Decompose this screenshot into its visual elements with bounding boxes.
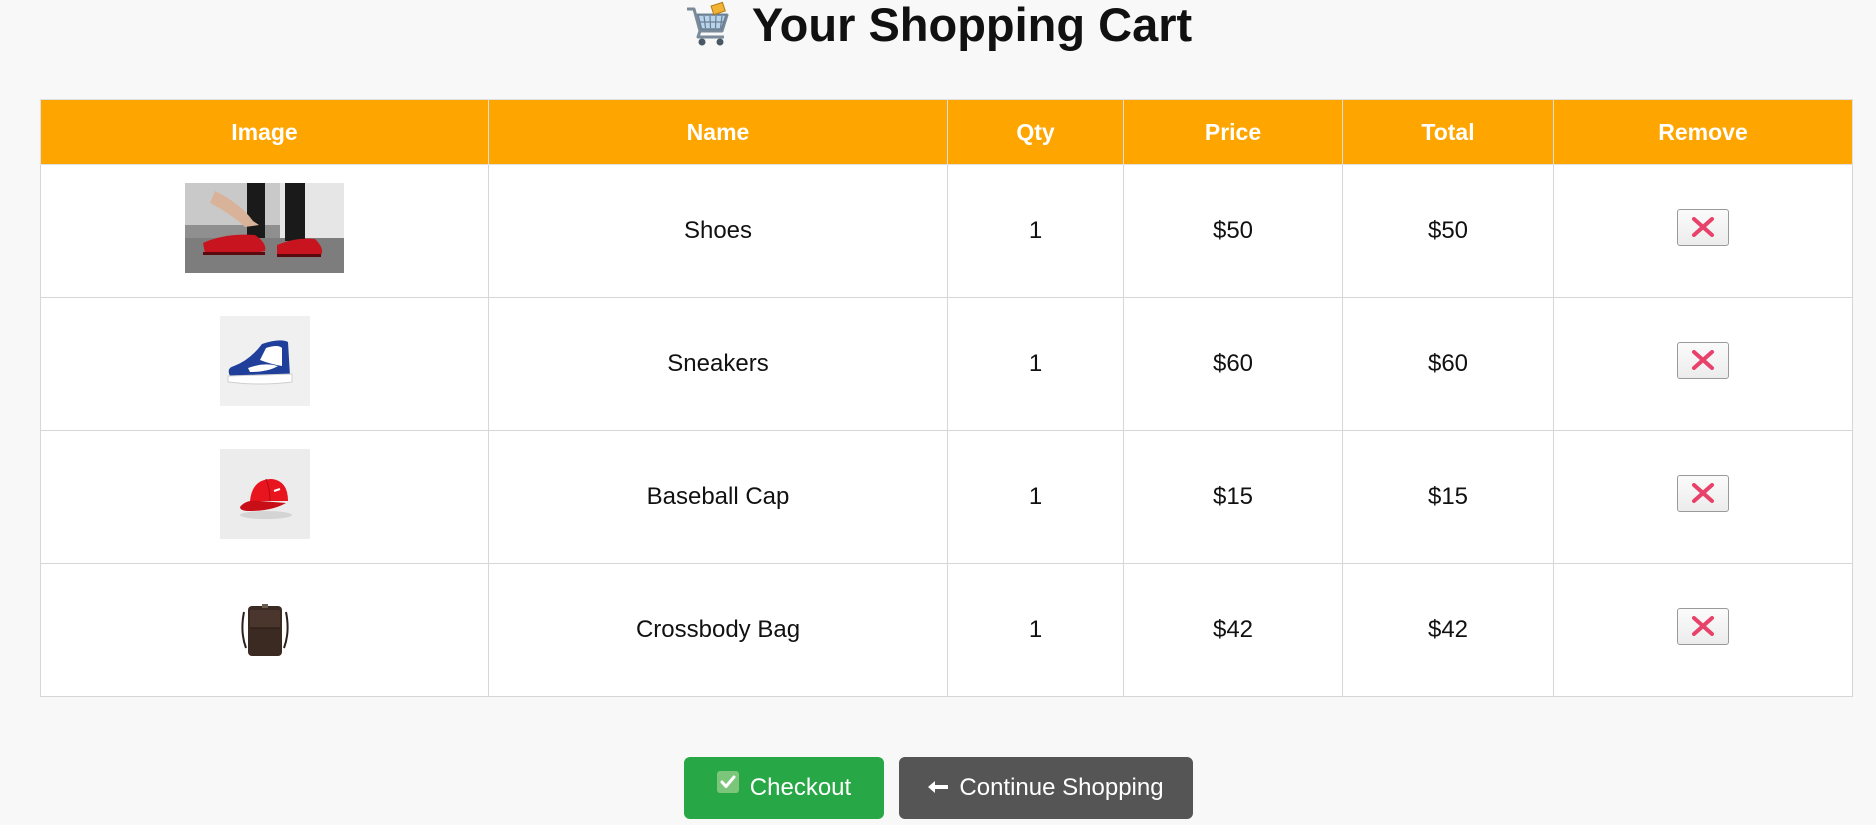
red-cap-photo bbox=[219, 448, 310, 546]
continue-shopping-label: Continue Shopping bbox=[959, 774, 1164, 801]
shopping-cart-icon bbox=[684, 1, 732, 49]
remove-cell bbox=[1553, 563, 1853, 697]
brown-bag-photo bbox=[219, 581, 310, 679]
remove-cell bbox=[1553, 297, 1853, 431]
product-price: $50 bbox=[1123, 164, 1343, 298]
remove-cell bbox=[1553, 430, 1853, 564]
checkmark-icon bbox=[716, 756, 740, 818]
product-qty: 1 bbox=[947, 164, 1124, 298]
close-icon bbox=[1692, 616, 1714, 636]
product-qty: 1 bbox=[947, 297, 1124, 431]
blue-sneaker-photo bbox=[219, 315, 310, 413]
table-row: Baseball Cap 1 $15 $15 bbox=[40, 430, 1853, 564]
product-name: Sneakers bbox=[488, 297, 948, 431]
page-title: Your Shopping Cart bbox=[0, 0, 1876, 53]
column-header-qty: Qty bbox=[947, 99, 1124, 165]
checkout-label: Checkout bbox=[749, 774, 852, 801]
checkout-button[interactable]: Checkout bbox=[683, 756, 884, 819]
close-icon bbox=[1692, 483, 1714, 503]
arrow-left-icon bbox=[927, 756, 949, 818]
red-shoes-photo bbox=[185, 182, 344, 280]
product-name: Baseball Cap bbox=[488, 430, 948, 564]
product-price: $42 bbox=[1123, 563, 1343, 697]
remove-button[interactable] bbox=[1677, 209, 1729, 246]
remove-cell bbox=[1553, 164, 1853, 298]
column-header-name: Name bbox=[488, 99, 948, 165]
close-icon bbox=[1692, 217, 1714, 237]
remove-button[interactable] bbox=[1677, 342, 1729, 379]
product-name: Crossbody Bag bbox=[488, 563, 948, 697]
remove-button[interactable] bbox=[1677, 475, 1729, 512]
product-price: $60 bbox=[1123, 297, 1343, 431]
shopping-cart-page: Your Shopping Cart Image Name Qty Price … bbox=[0, 0, 1876, 825]
table-row: Shoes 1 $50 $50 bbox=[40, 164, 1853, 298]
continue-shopping-button[interactable]: Continue Shopping bbox=[898, 756, 1193, 819]
column-header-total: Total bbox=[1342, 99, 1554, 165]
product-qty: 1 bbox=[947, 563, 1124, 697]
table-row: Crossbody Bag 1 $42 $42 bbox=[40, 563, 1853, 697]
product-qty: 1 bbox=[947, 430, 1124, 564]
product-name: Shoes bbox=[488, 164, 948, 298]
column-header-price: Price bbox=[1123, 99, 1343, 165]
product-total: $15 bbox=[1342, 430, 1554, 564]
product-image-cell bbox=[40, 430, 489, 564]
table-row: Sneakers 1 $60 $60 bbox=[40, 297, 1853, 431]
product-total: $42 bbox=[1342, 563, 1554, 697]
cart-table: Image Name Qty Price Total Remove Shoes … bbox=[40, 99, 1853, 697]
product-price: $15 bbox=[1123, 430, 1343, 564]
column-header-image: Image bbox=[40, 99, 489, 165]
product-total: $60 bbox=[1342, 297, 1554, 431]
cart-actions: Checkout Continue Shopping bbox=[0, 757, 1876, 819]
product-image-cell bbox=[40, 563, 489, 697]
product-total: $50 bbox=[1342, 164, 1554, 298]
product-image-cell bbox=[40, 164, 489, 298]
product-image-cell bbox=[40, 297, 489, 431]
table-header-row: Image Name Qty Price Total Remove bbox=[40, 99, 1853, 165]
page-title-text: Your Shopping Cart bbox=[751, 0, 1193, 51]
column-header-remove: Remove bbox=[1553, 99, 1853, 165]
close-icon bbox=[1692, 350, 1714, 370]
remove-button[interactable] bbox=[1677, 608, 1729, 645]
